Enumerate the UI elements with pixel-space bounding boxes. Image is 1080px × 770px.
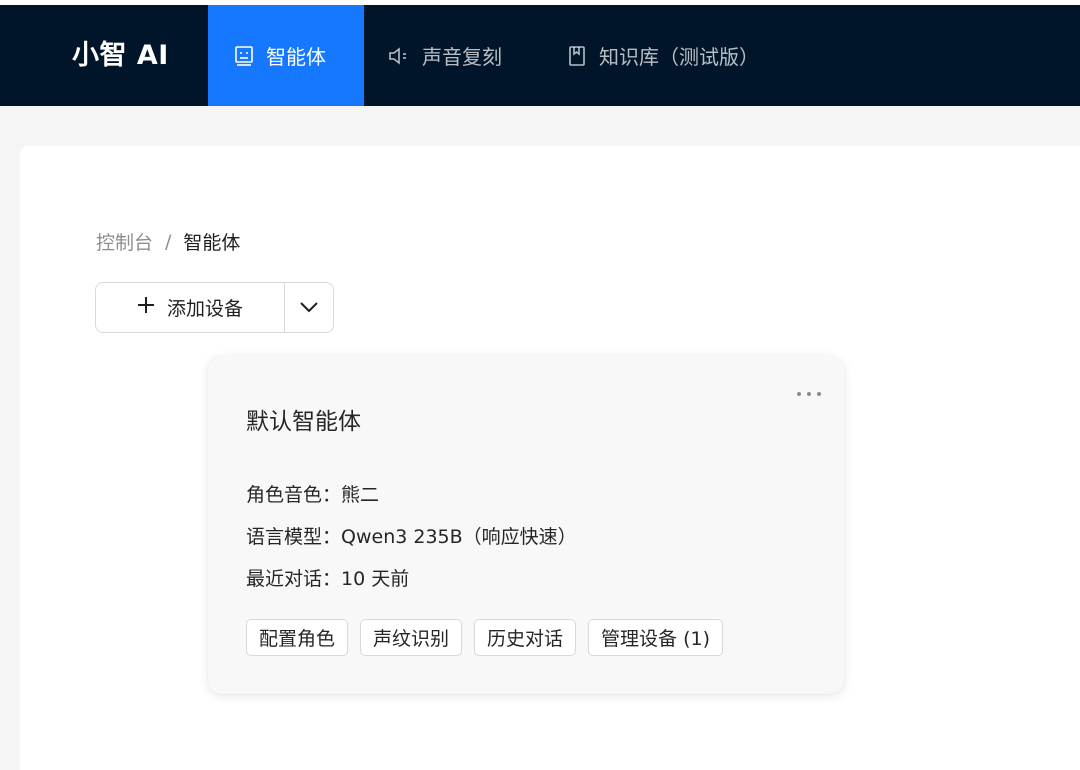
nav-item-agent[interactable]: 智能体	[208, 5, 364, 106]
robot-icon	[234, 45, 254, 67]
add-device-label: 添加设备	[166, 298, 243, 320]
nav-item-knowledge-base[interactable]: 知识库（测试版）	[567, 5, 759, 106]
app-logo: 小智 AI	[72, 40, 169, 71]
breadcrumb-separator: /	[165, 230, 172, 253]
agent-card-actions: 配置角色 声纹识别 历史对话 管理设备 (1)	[246, 619, 724, 656]
field-value: Qwen3 235B（响应快速）	[341, 526, 577, 548]
manage-devices-button[interactable]: 管理设备 (1)	[588, 619, 724, 656]
chat-history-button[interactable]: 历史对话	[474, 619, 577, 656]
agent-card-title: 默认智能体	[246, 409, 361, 435]
field-label: 最近对话：	[246, 568, 342, 590]
main-panel: 控制台 / 智能体 添加设备 默认智能体 角色音色： 熊二 语言模型： Qwen…	[20, 146, 1080, 770]
agent-card: 默认智能体 角色音色： 熊二 语言模型： Qwen3 235B（响应快速） 最近…	[208, 356, 844, 694]
book-icon	[567, 45, 587, 67]
sound-icon	[388, 46, 410, 66]
top-navbar: 小智 AI 智能体 声音复刻 知识库（测试版）	[0, 5, 1080, 106]
add-device-button-group: 添加设备	[95, 282, 334, 333]
field-label: 角色音色：	[246, 484, 342, 506]
field-value: 10 天前	[341, 568, 410, 590]
agent-model-field: 语言模型： Qwen3 235B（响应快速）	[246, 522, 577, 549]
field-label: 语言模型：	[246, 526, 342, 548]
breadcrumb-current: 智能体	[183, 232, 241, 254]
app-root: 小智 AI 智能体 声音复刻 知识库（测试版） 控制台 / 智能体 添加设备 默…	[0, 0, 1080, 770]
breadcrumb: 控制台 / 智能体	[96, 228, 240, 255]
add-device-dropdown[interactable]	[285, 283, 333, 332]
plus-icon	[137, 296, 155, 319]
configure-role-button[interactable]: 配置角色	[246, 619, 349, 656]
agent-last-chat-field: 最近对话： 10 天前	[246, 564, 409, 591]
nav-item-voice-clone[interactable]: 声音复刻	[388, 5, 502, 106]
field-value: 熊二	[341, 484, 380, 506]
content-area: 控制台 / 智能体 添加设备 默认智能体 角色音色： 熊二 语言模型： Qwen…	[0, 106, 1080, 770]
nav-item-label: 声音复刻	[422, 45, 502, 69]
add-device-button[interactable]: 添加设备	[96, 283, 285, 332]
more-horizontal-icon[interactable]	[796, 382, 822, 401]
chevron-down-icon	[299, 298, 319, 317]
agent-voice-field: 角色音色： 熊二	[246, 480, 379, 507]
nav-item-label: 知识库（测试版）	[599, 45, 759, 69]
nav-item-label: 智能体	[266, 45, 326, 69]
breadcrumb-console[interactable]: 控制台	[96, 228, 153, 255]
voiceprint-recognition-button[interactable]: 声纹识别	[360, 619, 463, 656]
